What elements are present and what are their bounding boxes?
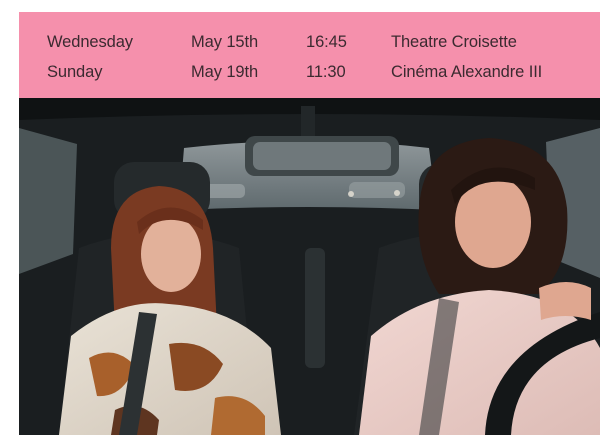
- passenger-face: [141, 216, 201, 292]
- screening-date: May 19th: [191, 63, 259, 81]
- film-still: [19, 98, 600, 435]
- screening-time: 11:30: [306, 63, 346, 81]
- screening-day: Sunday: [47, 63, 103, 81]
- screening-day: Wednesday: [47, 33, 133, 51]
- screening-schedule: Wednesday May 15th 16:45 Theatre Croiset…: [19, 12, 600, 98]
- screening-venue: Theatre Croisette: [391, 33, 517, 51]
- screening-card: Wednesday May 15th 16:45 Theatre Croiset…: [19, 12, 600, 435]
- left-side-window: [19, 128, 77, 274]
- film-still-image: [19, 98, 600, 435]
- screening-date: May 15th: [191, 33, 259, 51]
- screening-row: Sunday May 19th 11:30 Cinéma Alexandre I…: [19, 59, 600, 85]
- screening-row: Wednesday May 15th 16:45 Theatre Croiset…: [19, 29, 600, 55]
- screening-time: 16:45: [306, 33, 347, 51]
- screening-venue: Cinéma Alexandre III: [391, 63, 543, 81]
